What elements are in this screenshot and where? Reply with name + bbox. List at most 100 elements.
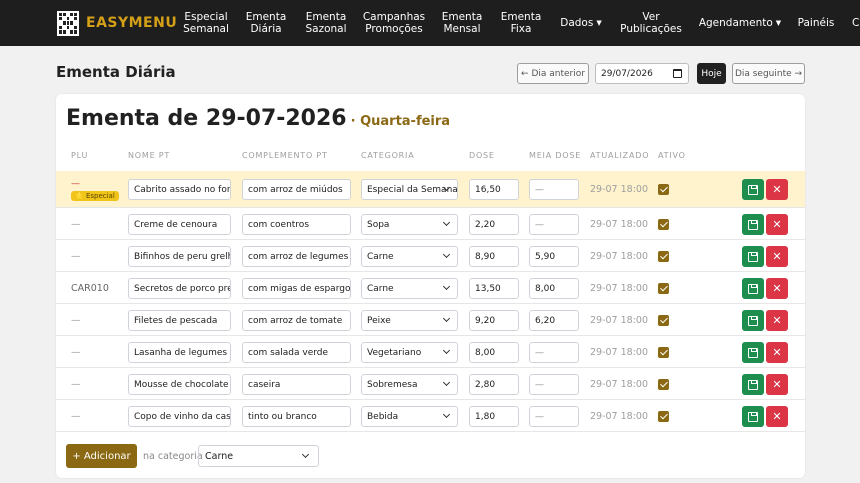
dose-input[interactable]: 9,20: [469, 310, 519, 331]
nav-item-cut[interactable]: C: [852, 0, 860, 46]
brand-name: EASYMENU: [86, 15, 178, 31]
name-input[interactable]: Copo de vinho da casa: [128, 406, 231, 427]
dose-input[interactable]: 8,90: [469, 246, 519, 267]
nav-ementa-sazonal[interactable]: Ementa Sazonal: [302, 0, 350, 46]
dose-input[interactable]: 16,50: [469, 179, 519, 200]
name-input[interactable]: Cabrito assado no forno: [128, 179, 231, 200]
today-button[interactable]: Hoje: [697, 63, 726, 84]
active-checkbox[interactable]: [658, 283, 669, 294]
complement-input[interactable]: caseira: [242, 374, 351, 395]
nav-agendamento-dropdown[interactable]: Agendamento ▼: [698, 0, 782, 46]
name-input[interactable]: Creme de cenoura: [128, 214, 231, 235]
complement-input[interactable]: com arroz de legumes: [242, 246, 351, 267]
complement-input[interactable]: com coentros: [242, 214, 351, 235]
dose-input[interactable]: 13,50: [469, 278, 519, 299]
column-header-complement: COMPLEMENTO PT: [242, 151, 328, 160]
name-input[interactable]: Mousse de chocolate: [128, 374, 231, 395]
nav-ementa-mensal[interactable]: Ementa Mensal: [439, 0, 485, 46]
save-icon: [748, 219, 758, 230]
next-day-button[interactable]: Dia seguinte →: [732, 63, 805, 84]
nav-label: Dados: [560, 17, 594, 29]
delete-button[interactable]: ✕: [766, 342, 788, 363]
chevron-down-icon: [442, 410, 451, 419]
save-button[interactable]: [742, 214, 764, 235]
active-checkbox[interactable]: [658, 347, 669, 358]
brand[interactable]: EASYMENU: [57, 10, 177, 36]
active-checkbox[interactable]: [658, 184, 669, 195]
active-checkbox[interactable]: [658, 251, 669, 262]
delete-button[interactable]: ✕: [766, 374, 788, 395]
nav-ver-publicacoes[interactable]: Ver Publicações: [619, 0, 683, 46]
nav-label-line2: Mensal: [443, 23, 481, 35]
half-dose-input[interactable]: 6,20: [529, 310, 579, 331]
half-dose-input[interactable]: 8,00: [529, 278, 579, 299]
dose-input[interactable]: 1,80: [469, 406, 519, 427]
dose-input[interactable]: 2,80: [469, 374, 519, 395]
active-checkbox[interactable]: [658, 315, 669, 326]
half-dose-input[interactable]: —: [529, 214, 579, 235]
save-button[interactable]: [742, 246, 764, 267]
previous-day-button[interactable]: ← Dia anterior: [517, 63, 589, 84]
plu-value: CAR010: [71, 282, 109, 294]
half-dose-input[interactable]: —: [529, 406, 579, 427]
nav-label-line1: Especial: [184, 11, 228, 23]
date-input[interactable]: 29/07/2026: [595, 63, 689, 84]
nav-ementa-diaria[interactable]: Ementa Diária: [243, 0, 289, 46]
save-button[interactable]: [742, 374, 764, 395]
nav-paineis[interactable]: Painéis: [795, 0, 837, 46]
category-select[interactable]: Carne: [361, 278, 458, 299]
save-button[interactable]: [742, 179, 764, 200]
active-checkbox[interactable]: [658, 219, 669, 230]
name-input[interactable]: Secretos de porco preto: [128, 278, 231, 299]
category-select[interactable]: Sopa: [361, 214, 458, 235]
nav-campanhas-promocoes[interactable]: Campanhas Promoções: [362, 0, 426, 46]
dose-input[interactable]: 2,20: [469, 214, 519, 235]
add-category-select[interactable]: Carne: [198, 445, 319, 467]
delete-button[interactable]: ✕: [766, 246, 788, 267]
save-button[interactable]: [742, 342, 764, 363]
complement-input[interactable]: com salada verde: [242, 342, 351, 363]
complement-input[interactable]: com migas de espargos: [242, 278, 351, 299]
delete-button[interactable]: ✕: [766, 214, 788, 235]
category-select[interactable]: Vegetariano: [361, 342, 458, 363]
save-button[interactable]: [742, 406, 764, 427]
dose-input[interactable]: 8,00: [469, 342, 519, 363]
name-input[interactable]: Bifinhos de peru grelhados: [128, 246, 231, 267]
name-input[interactable]: Filetes de pescada: [128, 310, 231, 331]
name-input[interactable]: Lasanha de legumes: [128, 342, 231, 363]
active-checkbox[interactable]: [658, 411, 669, 422]
delete-button[interactable]: ✕: [766, 310, 788, 331]
nav-dados-dropdown[interactable]: Dados ▼: [558, 0, 604, 46]
nav-label-line2: Promoções: [365, 23, 423, 35]
nav-ementa-fixa[interactable]: Ementa Fixa: [498, 0, 544, 46]
half-dose-input[interactable]: —: [529, 342, 579, 363]
calendar-icon[interactable]: [673, 69, 682, 78]
complement-input[interactable]: com arroz de miúdos: [242, 179, 351, 200]
complement-input[interactable]: com arroz de tomate: [242, 310, 351, 331]
category-select[interactable]: Peixe: [361, 310, 458, 331]
plu-value: —: [71, 410, 81, 422]
updated-value: 29-07 18:00: [590, 250, 649, 262]
nav-especial-semanal[interactable]: Especial Semanal: [181, 0, 231, 46]
save-icon: [748, 184, 758, 195]
add-item-button[interactable]: + Adicionar: [66, 444, 137, 468]
complement-input[interactable]: tinto ou branco: [242, 406, 351, 427]
delete-button[interactable]: ✕: [766, 406, 788, 427]
category-select[interactable]: Sobremesa: [361, 374, 458, 395]
delete-button[interactable]: ✕: [766, 179, 788, 200]
active-checkbox[interactable]: [658, 379, 669, 390]
save-button[interactable]: [742, 310, 764, 331]
weekday-label: · Quarta-feira: [350, 114, 451, 129]
category-select[interactable]: Especial da Semana: [361, 179, 458, 200]
half-dose-input[interactable]: 5,90: [529, 246, 579, 267]
half-dose-input[interactable]: —: [529, 179, 579, 200]
plu-value: —: [71, 314, 81, 326]
half-dose-input[interactable]: —: [529, 374, 579, 395]
category-select[interactable]: Bebida: [361, 406, 458, 427]
delete-button[interactable]: ✕: [766, 278, 788, 299]
category-value: Sobremesa: [367, 379, 418, 390]
column-header-dose: DOSE: [469, 151, 495, 160]
category-select[interactable]: Carne: [361, 246, 458, 267]
save-button[interactable]: [742, 278, 764, 299]
category-value: Sopa: [367, 219, 390, 230]
